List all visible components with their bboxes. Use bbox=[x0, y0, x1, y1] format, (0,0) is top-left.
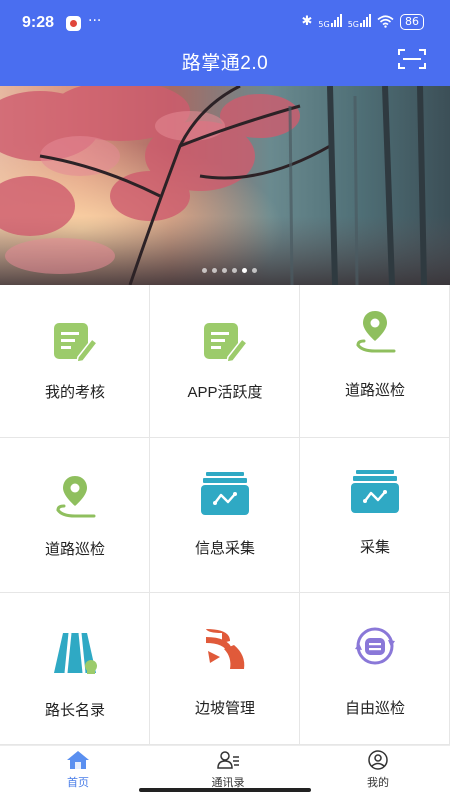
signal-1: 5G bbox=[318, 13, 342, 30]
signal-2: 5G bbox=[348, 13, 371, 30]
grid-item-label: 道路巡检 bbox=[344, 382, 405, 399]
grid-item-info-collection[interactable]: 信息采集 bbox=[150, 438, 300, 593]
tab-profile[interactable]: 我的 bbox=[328, 750, 428, 790]
location-pin-icon bbox=[56, 476, 95, 518]
network-type-2: 5G bbox=[347, 20, 359, 29]
pager-dot[interactable] bbox=[232, 268, 237, 273]
banner-pager bbox=[202, 268, 257, 273]
tab-contacts[interactable]: 通讯录 bbox=[178, 750, 278, 790]
more-notifications-indicator: ··· bbox=[88, 13, 102, 29]
grid-item-label: 我的考核 bbox=[44, 384, 105, 401]
pager-dot-active[interactable] bbox=[242, 268, 247, 273]
slope-icon bbox=[205, 629, 244, 669]
notification-app-icon bbox=[66, 16, 81, 31]
location-pin-icon bbox=[356, 311, 395, 353]
grid-item-label: 道路巡检 bbox=[44, 541, 105, 558]
grid-item-my-assessment[interactable]: 我的考核 bbox=[0, 285, 150, 438]
signal-bars-icon bbox=[330, 13, 342, 27]
grid-item-free-patrol[interactable]: 自由巡检 bbox=[300, 593, 450, 745]
grid-item-label: 采集 bbox=[359, 539, 390, 556]
status-bar: 9:28 ··· ✱ 5G 5G 86 bbox=[0, 10, 450, 34]
grid-item-slope-management[interactable]: 边坡管理 bbox=[150, 593, 300, 745]
collect-box-icon bbox=[200, 472, 249, 515]
clipboard-edit-icon bbox=[203, 323, 248, 363]
pager-dot[interactable] bbox=[252, 268, 257, 273]
page-title: 路掌通2.0 bbox=[181, 53, 269, 74]
grid-item-label: APP活跃度 bbox=[187, 384, 263, 401]
scan-icon[interactable] bbox=[398, 48, 426, 70]
tab-label: 首页 bbox=[67, 776, 89, 789]
pager-dot[interactable] bbox=[212, 268, 217, 273]
grid-item-road-chief-directory[interactable]: 路长名录 bbox=[0, 593, 150, 745]
grid-item-road-inspection[interactable]: 道路巡检 bbox=[300, 285, 450, 438]
grid-item-label: 自由巡检 bbox=[344, 700, 405, 717]
grid-item-app-activity[interactable]: APP活跃度 bbox=[150, 285, 300, 438]
tab-label: 我的 bbox=[367, 776, 389, 789]
pager-dot[interactable] bbox=[202, 268, 207, 273]
bluetooth-icon: ✱ bbox=[301, 14, 313, 29]
tab-home[interactable]: 首页 bbox=[28, 750, 128, 790]
grid-item-collection[interactable]: 采集 bbox=[300, 438, 450, 593]
road-icon bbox=[53, 632, 97, 674]
grid-item-label: 路长名录 bbox=[44, 702, 105, 719]
grid-item-label: 边坡管理 bbox=[194, 700, 255, 717]
contacts-icon bbox=[217, 751, 239, 769]
patrol-cycle-icon bbox=[354, 627, 395, 665]
function-grid: 我的考核 APP活跃度 道路巡检 道路巡检 信息采集 采集 路长名录 边坡管理 … bbox=[0, 285, 450, 745]
pager-dot[interactable] bbox=[222, 268, 227, 273]
profile-icon bbox=[368, 750, 388, 770]
wifi-icon bbox=[377, 15, 394, 28]
banner-carousel[interactable] bbox=[0, 86, 450, 285]
collect-box-icon bbox=[350, 470, 399, 513]
app-header: 9:28 ··· ✱ 5G 5G 86 路掌通2.0 bbox=[0, 0, 450, 86]
grid-item-label: 信息采集 bbox=[194, 540, 255, 557]
network-type-1: 5G bbox=[318, 20, 330, 29]
status-indicators: ✱ 5G 5G 86 bbox=[301, 13, 424, 30]
banner-image bbox=[0, 86, 450, 285]
bottom-tab-bar: 首页 通讯录 我的 bbox=[0, 745, 450, 801]
clipboard-edit-icon bbox=[53, 323, 98, 363]
status-time: 9:28 bbox=[22, 14, 55, 31]
grid-item-road-inspection-2[interactable]: 道路巡检 bbox=[0, 438, 150, 593]
home-indicator[interactable] bbox=[139, 788, 311, 792]
home-icon bbox=[67, 751, 89, 769]
signal-bars-icon bbox=[360, 13, 371, 27]
battery-indicator: 86 bbox=[400, 13, 424, 30]
